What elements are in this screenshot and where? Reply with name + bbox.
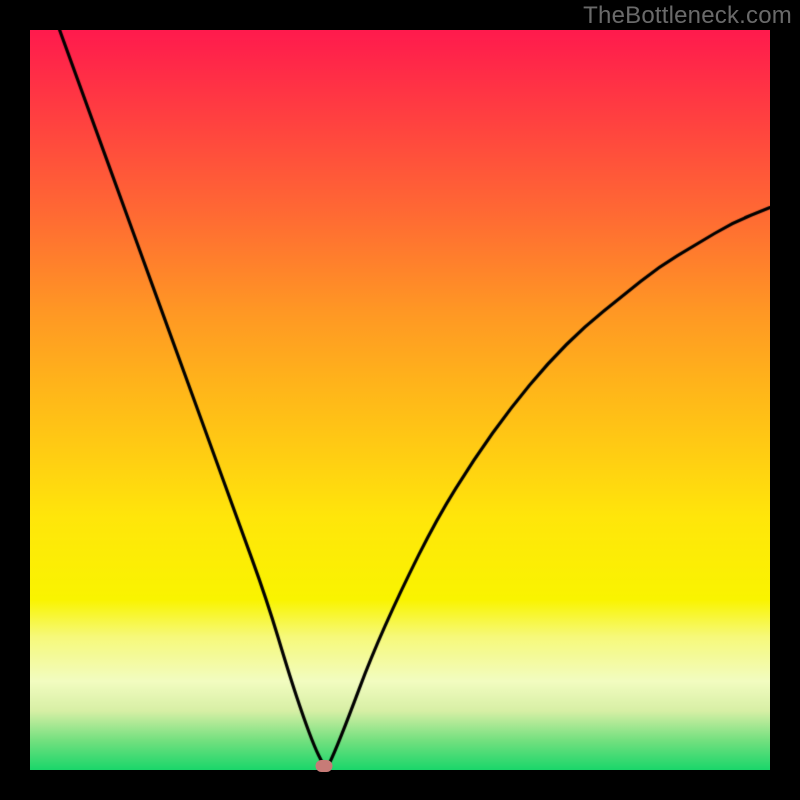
watermark-text: TheBottleneck.com [583, 2, 792, 30]
bottleneck-curve [30, 30, 770, 770]
chart-frame: TheBottleneck.com [0, 0, 800, 800]
plot-area [30, 30, 770, 770]
optimal-point-marker [315, 760, 332, 772]
